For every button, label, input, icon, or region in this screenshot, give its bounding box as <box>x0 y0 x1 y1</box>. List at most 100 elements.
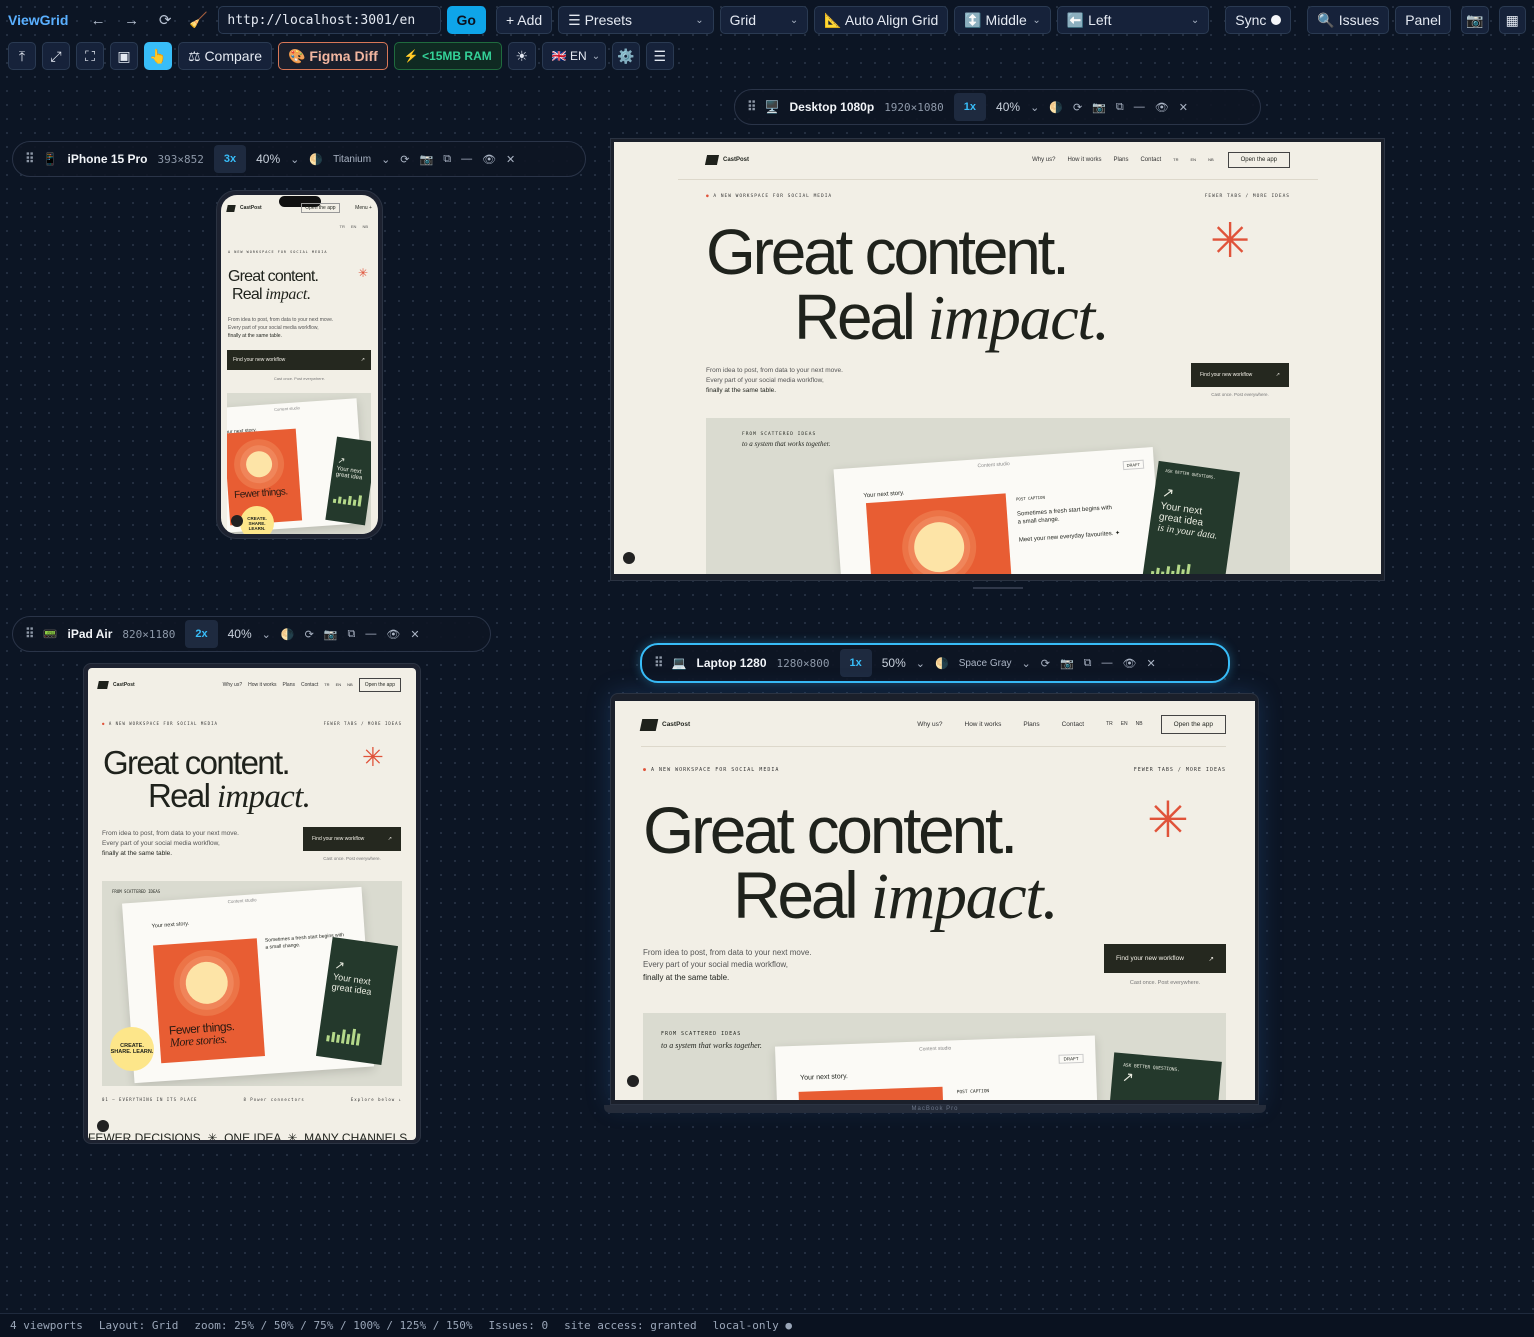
copy-icon[interactable]: ⧉ <box>348 628 356 641</box>
minimize-icon[interactable]: — <box>1102 657 1113 669</box>
lang-tr[interactable]: TR <box>1106 721 1113 728</box>
drag-handle-icon[interactable]: ⠿ <box>747 99 756 115</box>
fullscreen-button[interactable]: ⛶ <box>76 42 104 70</box>
nav-how-it-works[interactable]: How it works <box>965 721 1002 728</box>
finish-select[interactable]: Titanium <box>333 154 371 165</box>
nav-plans[interactable]: Plans <box>282 682 295 688</box>
cta-button[interactable]: Find your new workflow ↗ <box>227 350 371 370</box>
cta-button[interactable]: Find your new workflow ↗ <box>303 827 401 851</box>
horizontal-align-select[interactable]: ⬅️ Left ⌄ <box>1056 6 1210 34</box>
panel-button[interactable]: Panel <box>1395 6 1451 34</box>
nav-contact[interactable]: Contact <box>301 682 318 688</box>
zoom-select[interactable]: 40% <box>228 627 252 641</box>
cta-button[interactable]: Find your new workflow ↗ <box>1104 944 1226 973</box>
site-brand[interactable]: CastPost <box>97 681 135 689</box>
floating-dot[interactable] <box>627 1075 639 1087</box>
hand-tool-button[interactable]: 👆 <box>144 42 172 70</box>
zoom-select[interactable]: 50% <box>882 656 906 670</box>
forward-icon[interactable]: → <box>118 12 145 29</box>
scale-select[interactable]: 1x <box>839 649 872 677</box>
rotate-icon[interactable]: ⟳ <box>1073 101 1082 114</box>
rotate-icon[interactable]: ⟳ <box>400 153 409 166</box>
site-brand[interactable]: CastPost <box>704 155 749 165</box>
nav-why-us[interactable]: Why us? <box>223 682 242 688</box>
ipad-screen[interactable]: CastPost Why us? How it works Plans Cont… <box>88 668 416 1140</box>
issues-button[interactable]: 🔍 Issues <box>1307 6 1390 34</box>
lang-nb[interactable]: NB <box>1136 721 1143 728</box>
presets-select[interactable]: ☰ Presets ⌄ <box>558 6 714 34</box>
lang-en[interactable]: EN <box>1191 157 1197 163</box>
lang-tr[interactable]: TR <box>340 224 345 229</box>
floating-dot[interactable] <box>231 515 243 527</box>
scroll-top-button[interactable]: ⤒ <box>8 42 36 70</box>
open-app-button[interactable]: Open the app <box>301 203 340 213</box>
lang-nb[interactable]: NB <box>362 224 368 229</box>
minimize-icon[interactable]: — <box>1134 101 1145 113</box>
chevron-down-icon[interactable]: ⌄ <box>1030 101 1039 114</box>
site-brand[interactable]: CastPost <box>226 204 262 212</box>
footer-right[interactable]: Explore below ↓ <box>351 1097 402 1102</box>
eye-icon[interactable]: 👁 <box>386 628 400 641</box>
chevron-down-icon[interactable]: ⌄ <box>381 153 390 166</box>
eye-icon[interactable]: 👁 <box>1123 657 1137 670</box>
floating-dot[interactable] <box>97 1120 109 1132</box>
theme-half-icon[interactable]: 🌗 <box>1049 101 1063 114</box>
camera-icon[interactable]: 📷 <box>324 628 338 641</box>
nav-how-it-works[interactable]: How it works <box>248 682 276 688</box>
drag-handle-icon[interactable]: ⠿ <box>25 151 34 167</box>
floating-dot[interactable] <box>623 552 635 564</box>
chevron-down-icon[interactable]: ⌄ <box>290 153 299 166</box>
lang-tr[interactable]: TR <box>324 682 329 688</box>
laptop-screen[interactable]: CastPost Why us? How it works Plans Cont… <box>615 701 1255 1100</box>
camera-icon[interactable]: 📷 <box>1092 101 1106 114</box>
auto-align-button[interactable]: 📐 Auto Align Grid <box>814 6 949 34</box>
settings-button[interactable]: ⚙️ <box>611 42 640 70</box>
iphone-screen[interactable]: CastPost Open the app Menu + TR EN NB A NE… <box>221 195 378 534</box>
theme-half-icon[interactable]: 🌗 <box>309 153 323 166</box>
copy-icon[interactable]: ⧉ <box>1084 657 1092 670</box>
desktop-screen[interactable]: CastPost Why us? How it works Plans Cont… <box>614 142 1381 574</box>
vertical-align-select[interactable]: ↕️ Middle ⌄ <box>954 6 1051 34</box>
screenshot-all-button[interactable]: 📷 <box>1461 6 1489 34</box>
scale-select[interactable]: 1x <box>953 93 987 121</box>
frame-toggle-button[interactable]: ▣ <box>110 42 138 70</box>
finish-select[interactable]: Space Gray <box>959 658 1012 669</box>
lang-en[interactable]: EN <box>351 224 357 229</box>
zoom-select[interactable]: 40% <box>256 152 280 166</box>
nav-plans[interactable]: Plans <box>1113 157 1128 163</box>
lang-tr[interactable]: TR <box>1173 157 1178 163</box>
zoom-select[interactable]: 40% <box>996 100 1020 114</box>
camera-icon[interactable]: 📷 <box>420 153 434 166</box>
copy-icon[interactable]: ⧉ <box>1116 101 1124 114</box>
nav-how-it-works[interactable]: How it works <box>1067 157 1101 163</box>
open-app-button[interactable]: Open the app <box>358 678 401 692</box>
theme-toggle-button[interactable]: ☀ <box>507 42 536 70</box>
lang-nb[interactable]: NB <box>1208 157 1214 163</box>
back-icon[interactable]: ← <box>84 12 111 29</box>
language-select[interactable]: 🇬🇧 EN ⌄ <box>541 42 606 70</box>
figma-diff-button[interactable]: 🎨 Figma Diff <box>278 42 388 70</box>
minimize-icon[interactable]: — <box>365 628 376 640</box>
nav-plans[interactable]: Plans <box>1023 721 1039 728</box>
site-brand[interactable]: CastPost <box>639 718 690 731</box>
close-icon[interactable]: ✕ <box>506 153 515 166</box>
lang-en[interactable]: EN <box>1121 721 1128 728</box>
layout-select[interactable]: Grid ⌄ <box>719 6 809 34</box>
scale-select[interactable]: 2x <box>185 620 218 648</box>
rotate-icon[interactable]: ⟳ <box>305 628 314 641</box>
theme-half-icon[interactable]: 🌗 <box>281 628 295 641</box>
nav-contact[interactable]: Contact <box>1062 721 1084 728</box>
nav-why-us[interactable]: Why us? <box>1032 157 1055 163</box>
camera-icon[interactable]: 📷 <box>1060 657 1074 670</box>
chevron-down-icon[interactable]: ⌄ <box>262 628 271 641</box>
go-button[interactable]: Go <box>446 6 486 34</box>
eye-icon[interactable]: 👁 <box>482 153 496 166</box>
cta-button[interactable]: Find your new workflow ↗ <box>1191 363 1289 387</box>
menu-button[interactable]: ☰ <box>645 42 674 70</box>
close-icon[interactable]: ✕ <box>410 628 419 641</box>
nav-why-us[interactable]: Why us? <box>917 721 942 728</box>
lang-nb[interactable]: NB <box>347 682 353 688</box>
reload-icon[interactable]: ⟳ <box>151 11 178 29</box>
add-viewport-button[interactable]: + Add <box>495 6 553 34</box>
open-app-button[interactable]: Open the app <box>1160 715 1226 734</box>
